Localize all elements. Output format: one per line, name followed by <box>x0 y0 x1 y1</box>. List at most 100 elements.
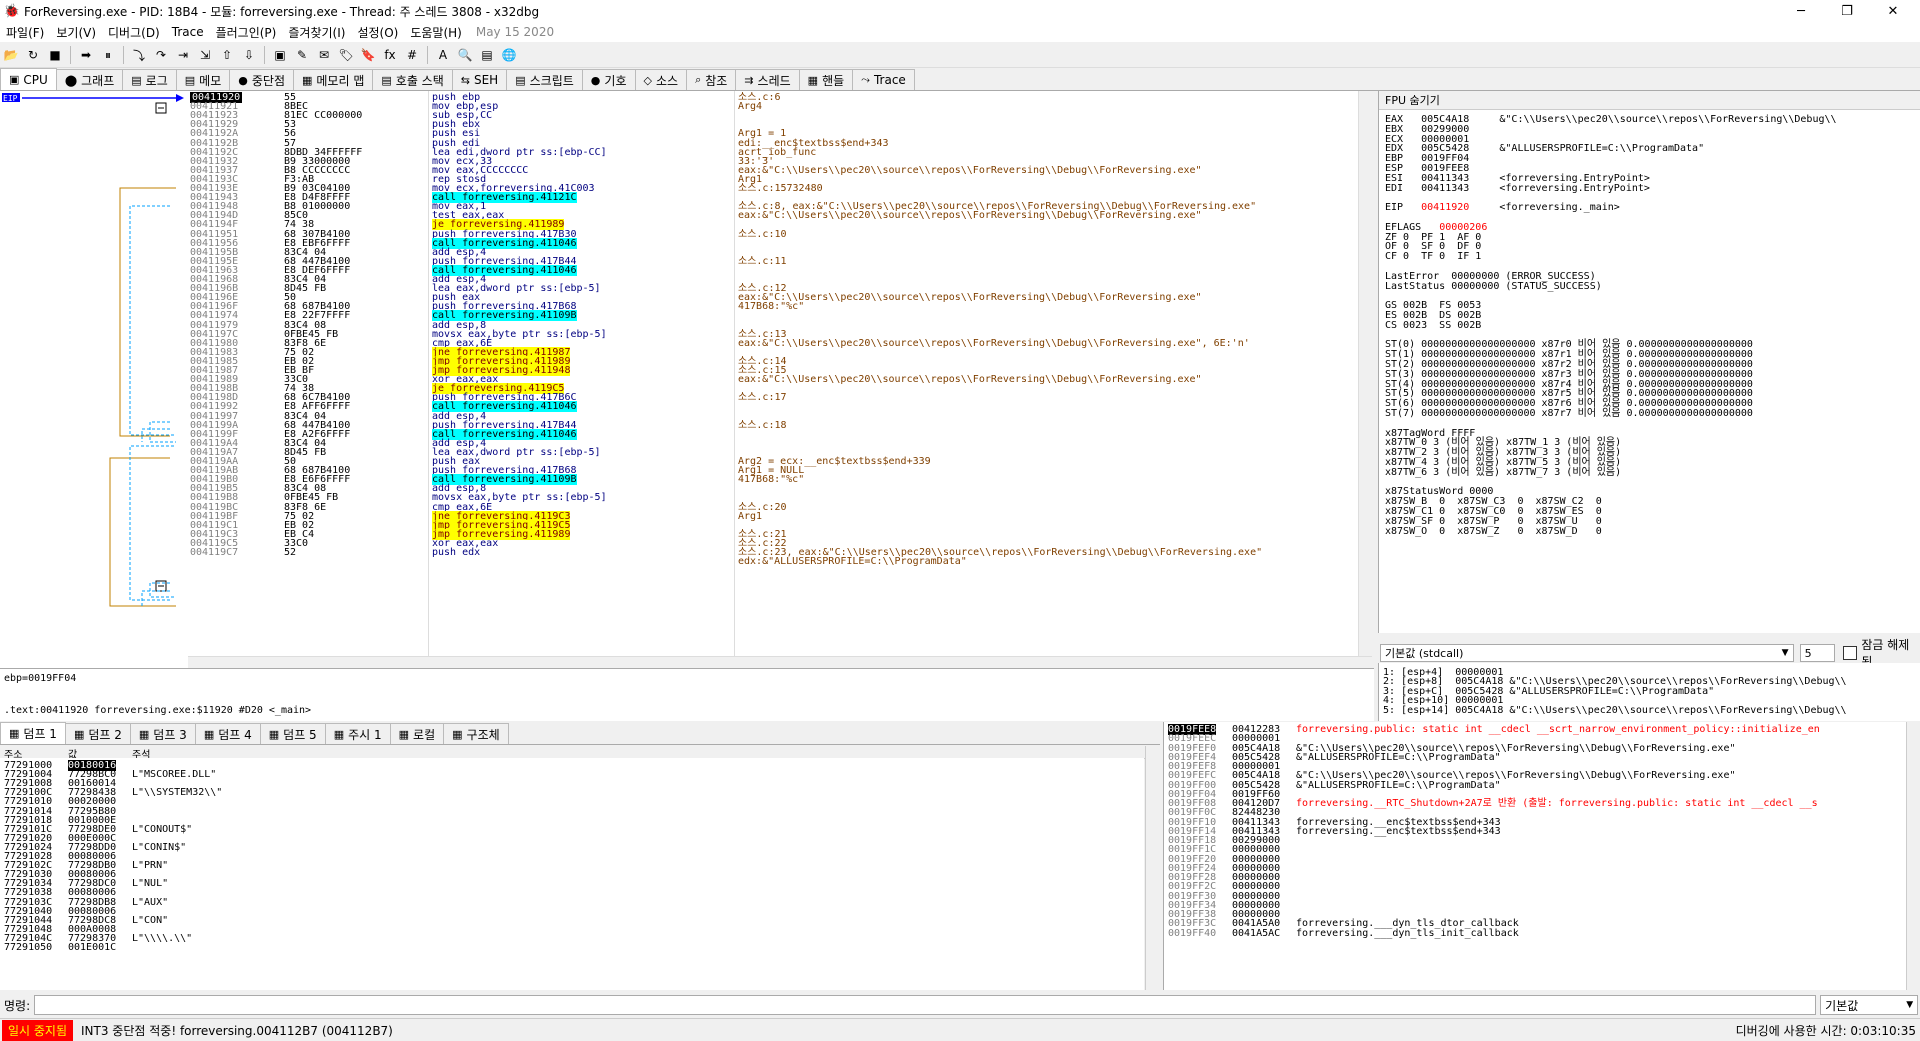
hash-icon[interactable]: # <box>403 46 421 64</box>
tab-memory-map[interactable]: ▦ 메모리 맵 <box>292 69 374 90</box>
register-line[interactable]: x87TW_6 3 (비어 있음) x87TW_7 3 (비어 있음) <box>1385 467 1621 479</box>
menu-debug[interactable]: 디버그(D) <box>102 24 166 41</box>
function-icon[interactable]: fx <box>381 46 399 64</box>
call-stack-icon: ▤ <box>381 73 392 87</box>
stack-scrollbar[interactable] <box>1906 722 1920 990</box>
tab-handles[interactable]: ▦ 핸들 <box>798 69 854 90</box>
stack-comment: forreversing.___dyn_tls_init_callback <box>1296 927 1519 939</box>
tab-source[interactable]: ◇ 소스 <box>634 69 688 90</box>
minimize-button[interactable]: ─ <box>1778 0 1824 22</box>
handles-icon: ▦ <box>807 73 819 87</box>
register-value[interactable]: 00411920 <box>1421 202 1469 213</box>
references-icon: ⌕ <box>695 73 702 86</box>
menu-options[interactable]: 설정(O) <box>351 24 404 41</box>
tab-dump-8[interactable]: ▦ 구조체 <box>443 723 509 744</box>
tab-references[interactable]: ⌕ 참조 <box>686 69 737 90</box>
register-line[interactable]: x87SW_O 0 x87SW_Z 0 x87SW_D 0 <box>1385 526 1602 538</box>
tab-dump-2[interactable]: ▦ 덤프 2 <box>64 723 131 744</box>
stop-icon[interactable]: ■ <box>46 46 64 64</box>
patch-icon[interactable]: ✎ <box>293 46 311 64</box>
struct-icon: ▦ <box>452 727 463 741</box>
dump-icon: ▦ <box>138 727 150 741</box>
tab-breakpoint[interactable]: ● 중단점 <box>229 69 294 90</box>
comment-icon[interactable]: ✉ <box>315 46 333 64</box>
register-line[interactable]: CS 0023 SS 002B <box>1385 320 1481 332</box>
fpu-toggle[interactable]: FPU 숨기기 <box>1379 91 1920 110</box>
register-line[interactable]: ST(7) 0000000000000000000 x87r7 비어 있음 0.… <box>1385 408 1753 420</box>
label-icon[interactable]: 🏷 <box>337 46 355 64</box>
info-pane: ebp=0019FF04 .text:00411920 forreversing… <box>0 668 1374 721</box>
calc-icon[interactable]: ▤ <box>478 46 496 64</box>
run-icon[interactable]: ➡ <box>77 46 95 64</box>
menu-trace[interactable]: Trace <box>166 25 210 39</box>
tab-dump-4[interactable]: ▦ 덤프 4 <box>194 723 261 744</box>
calling-convention-value: 기본값 (stdcall) <box>1385 647 1464 660</box>
disasm-row[interactable]: edx:&"ALLUSERSPROFILE=C:\\ProgramData" <box>188 556 1358 567</box>
tab-dump-5[interactable]: ▦ 덤프 5 <box>259 723 326 744</box>
maximize-button[interactable]: ❐ <box>1824 0 1870 22</box>
register-line[interactable]: CF 0 TF 0 IF 1 <box>1385 251 1481 263</box>
registers-pane[interactable]: FPU 숨기기 EAX 005C4A18 &"C:\\Users\\pec20\… <box>1378 91 1920 633</box>
step-over-icon[interactable]: ↷ <box>152 46 170 64</box>
command-label: 명령: <box>4 998 31 1013</box>
eip-label: EIP <box>3 94 18 103</box>
tab-label: 스크립트 <box>529 73 574 88</box>
tab-threads[interactable]: ⇉ 스레드 <box>735 69 800 90</box>
argument-line[interactable]: 5: [esp+14] 005C4A18 &"C:\\Users\\pec20\… <box>1383 705 1847 717</box>
command-bar: 명령: 기본값 ▼ <box>0 994 1920 1016</box>
menu-plugins[interactable]: 플러그인(P) <box>210 24 283 41</box>
arg-count-spinner[interactable]: 5 <box>1799 644 1836 662</box>
command-mode-select[interactable]: 기본값 ▼ <box>1820 995 1919 1015</box>
dump-icon: ▦ <box>268 727 280 741</box>
font-icon[interactable]: A <box>434 46 452 64</box>
unlock-checkbox[interactable] <box>1843 646 1858 660</box>
execute-till-return-icon[interactable]: ⇩ <box>240 46 258 64</box>
register-line[interactable]: EIP 00411920 <forreversing._main> <box>1385 202 1620 214</box>
about-icon[interactable]: 🌐 <box>500 46 518 64</box>
command-input[interactable] <box>34 995 1817 1015</box>
info-line-1: ebp=0019FF04 <box>4 673 77 684</box>
dump-tabs: ▦ 덤프 1 ▦ 덤프 2 ▦ 덤프 3 ▦ 덤프 4 ▦ 덤프 5 ▦ 주시 1 ▦ 로컬 ▦ 구조체 <box>0 722 1160 745</box>
dump-view[interactable]: 77291000 00180016 77291004 77298BC0 L"MSCORE… <box>0 758 1144 990</box>
calling-convention-select[interactable]: 기본값 (stdcall) ▼ <box>1380 644 1794 662</box>
trace-into-icon[interactable]: ⇥ <box>174 46 192 64</box>
tab-graph[interactable]: ⬤ 그래프 <box>55 69 124 90</box>
stack-row[interactable]: 0019FF40 0041A5AC forreversing.___dyn_tls_… <box>1164 928 1907 939</box>
dump-scrollbar[interactable] <box>1145 746 1160 990</box>
tab-call-stack[interactable]: ▤ 호출 스택 <box>372 69 453 90</box>
stack-view[interactable]: 0019FEE8 00412283 forreversing.public: sta… <box>1163 722 1907 990</box>
bookmark-icon[interactable]: 🔖 <box>359 46 377 64</box>
restart-icon[interactable]: ↻ <box>24 46 42 64</box>
tab-symbols[interactable]: ● 기호 <box>581 69 636 90</box>
menu-file[interactable]: 파일(F) <box>0 24 50 41</box>
trace-over-icon[interactable]: ⇲ <box>196 46 214 64</box>
open-icon[interactable]: 📂 <box>2 46 20 64</box>
tab-seh[interactable]: ⇆ SEH <box>451 69 508 90</box>
tab-dump-7[interactable]: ▦ 로컬 <box>389 723 445 744</box>
menu-favourites[interactable]: 즐겨찾기(I) <box>282 24 351 41</box>
tab-notes[interactable]: ▤ 메모 <box>175 69 231 90</box>
tab-script[interactable]: ▤ 스크립트 <box>506 69 583 90</box>
tab-dump-1[interactable]: ▦ 덤프 1 <box>0 722 66 744</box>
tab-dump-6[interactable]: ▦ 주시 1 <box>324 723 391 744</box>
tab-trace[interactable]: ⤳ Trace <box>852 69 915 90</box>
tab-cpu[interactable]: ▣ CPU <box>0 68 57 90</box>
tab-label: 핸들 <box>822 73 845 88</box>
arguments-pane[interactable]: 1: [esp+4] 00000001 2: [esp+8] 005C4A18 &… <box>1378 663 1920 721</box>
menu-view[interactable]: 보기(V) <box>50 24 102 41</box>
tab-log[interactable]: ▤ 로그 <box>122 69 177 90</box>
tab-label: 기호 <box>604 73 627 88</box>
strings-icon[interactable]: 🔍 <box>456 46 474 64</box>
menu-help[interactable]: 도움말(H) <box>404 24 468 41</box>
step-into-icon[interactable]: ⤵ <box>130 46 148 64</box>
disassembly-view[interactable]: 00411920 55 push ebp 소스.c:6 00411921 8BEC mov … <box>188 91 1358 656</box>
register-line[interactable]: LastStatus 00000000 (STATUS_SUCCESS) <box>1385 281 1602 293</box>
register-line[interactable]: EDI 00411343 <forreversing.EntryPoint> <box>1385 183 1650 195</box>
close-button[interactable]: ✕ <box>1870 0 1916 22</box>
scylla-icon[interactable]: ▣ <box>271 46 289 64</box>
tab-dump-3[interactable]: ▦ 덤프 3 <box>129 723 196 744</box>
run-to-user-icon[interactable]: ⇧ <box>218 46 236 64</box>
pause-icon[interactable]: ⏸ <box>99 46 117 64</box>
dump-row[interactable]: 77291050 001E001C <box>0 942 1144 953</box>
disassembly-vertical-scrollbar[interactable] <box>1358 91 1373 656</box>
